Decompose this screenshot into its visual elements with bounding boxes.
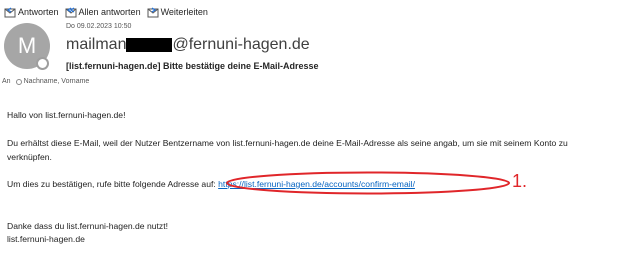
message-date: Do 09.02.2023 10:50 bbox=[66, 23, 132, 30]
confirm-prefix: Um dies zu bestätigen, rufe bitte folgen… bbox=[7, 179, 216, 189]
forward-button[interactable]: Weiterleiten bbox=[147, 7, 208, 18]
body-signature: list.fernuni-hagen.de bbox=[7, 234, 85, 244]
sender-address-prefix: mailman bbox=[66, 36, 127, 53]
body-paragraph-line-2: verknüpfen. bbox=[7, 152, 52, 162]
annotation-number: 1. bbox=[512, 171, 528, 191]
reply-all-label: Allen antworten bbox=[78, 7, 141, 17]
body-greeting: Hallo von list.fernuni-hagen.de! bbox=[7, 110, 126, 120]
annotation-ellipse bbox=[226, 171, 510, 195]
recipient-name[interactable]: Nachname, Vorname bbox=[24, 78, 90, 85]
recipient-line: An Nachname, Vorname bbox=[2, 78, 89, 85]
message-toolbar: Antworten Allen antworten Weiterleiten bbox=[4, 5, 214, 19]
redaction-box bbox=[126, 38, 173, 52]
body-thanks: Danke dass du list.fernuni-hagen.de nutz… bbox=[7, 221, 168, 231]
sender-address-domain: @fernuni-hagen.de bbox=[172, 36, 310, 53]
avatar-initial: M bbox=[17, 33, 37, 58]
sender-address[interactable]: mailman @fernuni-hagen.de bbox=[66, 36, 310, 54]
reply-all-icon bbox=[65, 7, 77, 17]
forward-label: Weiterleiten bbox=[160, 7, 208, 17]
reply-label: Antworten bbox=[18, 7, 59, 17]
message-subject: [list.fernuni-hagen.de] Bitte bestätige … bbox=[66, 61, 319, 71]
to-label: An bbox=[2, 78, 11, 85]
reply-button[interactable]: Antworten bbox=[4, 7, 59, 18]
forward-icon bbox=[147, 7, 159, 17]
reply-all-button[interactable]: Allen antworten bbox=[65, 7, 141, 18]
reply-icon bbox=[4, 7, 16, 17]
presence-status-icon bbox=[36, 57, 49, 70]
body-paragraph-line-1: Du erhältst diese E-Mail, weil der Nutze… bbox=[7, 138, 568, 148]
recipient-status-icon bbox=[15, 78, 22, 85]
